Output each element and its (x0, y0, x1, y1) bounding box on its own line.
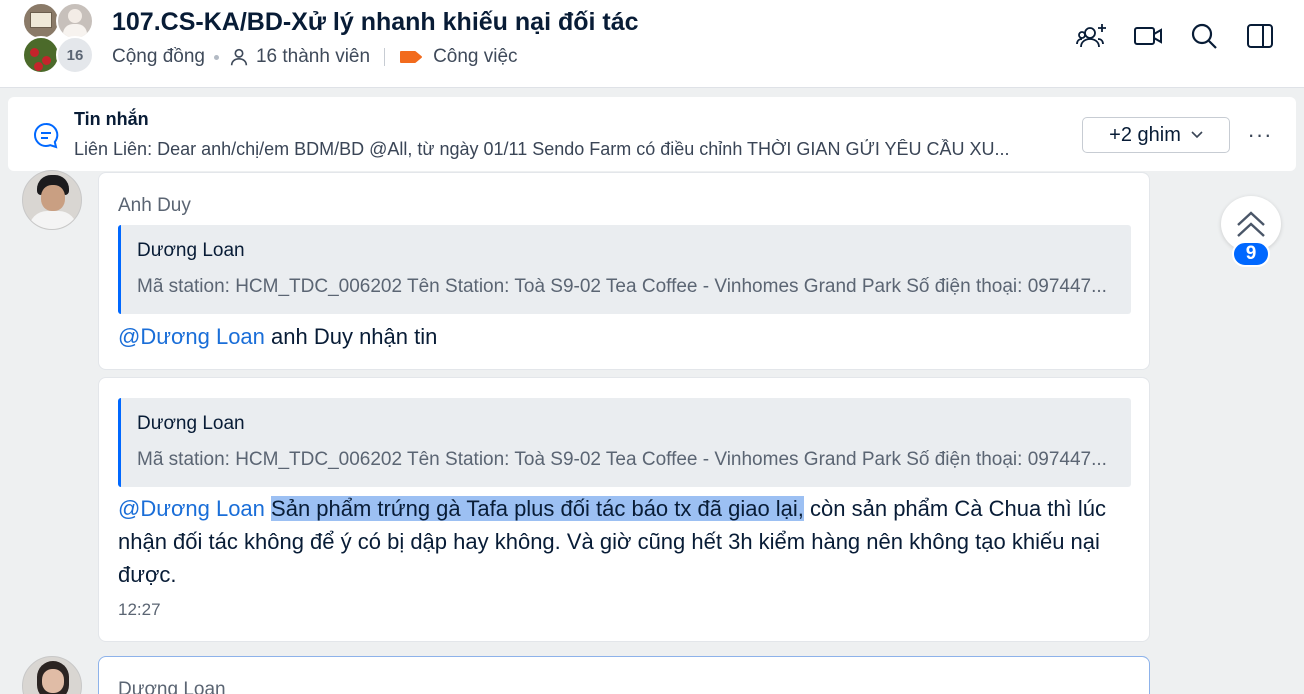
pinned-preview[interactable]: Liên Liên: Dear anh/chị/em BDM/BD @All, … (74, 139, 1064, 160)
member-avatar (22, 2, 60, 40)
chevron-down-icon (1191, 131, 1203, 139)
community-label: Cộng đồng (112, 46, 205, 67)
quoted-text: Mã station: HCM_TDC_006202 Tên Station: … (137, 449, 1107, 470)
quoted-text: Mã station: HCM_TDC_006202 Tên Station: … (137, 276, 1107, 297)
member-count-link[interactable]: 16 thành viên (256, 46, 370, 68)
message-bubble[interactable]: Dương Loan (98, 656, 1150, 694)
header-actions (1076, 20, 1276, 52)
divider (384, 48, 386, 66)
quoted-message[interactable]: Dương Loan Mã station: HCM_TDC_006202 Tê… (118, 398, 1131, 487)
unread-count-badge: 9 (1232, 241, 1270, 267)
separator-dot (213, 54, 219, 60)
message-time: 12:27 (118, 600, 161, 619)
sender-name: Anh Duy (118, 195, 191, 216)
avatar[interactable] (22, 656, 82, 694)
member-icon (230, 48, 248, 66)
message-body: anh Duy nhận tin (264, 324, 438, 349)
conversation-header: 16 107.CS-KA/BD-Xử lý nhanh khiếu nại đố… (0, 0, 1304, 88)
add-member-icon[interactable] (1076, 20, 1108, 52)
sender-name: Dương Loan (118, 679, 226, 694)
message-bubble[interactable]: Anh Duy Dương Loan Mã station: HCM_TDC_0… (98, 172, 1150, 370)
group-avatar[interactable]: 16 (22, 2, 96, 74)
member-avatar (22, 36, 60, 74)
pins-dropdown-button[interactable]: +2 ghim (1082, 117, 1230, 153)
member-avatar (56, 2, 94, 40)
video-call-icon[interactable] (1132, 20, 1164, 52)
quoted-message[interactable]: Dương Loan Mã station: HCM_TDC_006202 Tê… (118, 225, 1131, 314)
more-options-icon[interactable]: ··· (1246, 117, 1274, 153)
message-text: @Dương Loan Sản phẩm trứng gà Tafa plus … (118, 492, 1138, 591)
avatar[interactable] (22, 170, 82, 230)
member-count-avatar: 16 (56, 36, 94, 74)
pinned-title: Tin nhắn (74, 109, 149, 129)
mention-link[interactable]: @Dương Loan (118, 496, 265, 521)
category-tag-icon (400, 51, 423, 63)
message-bubble[interactable]: Dương Loan Mã station: HCM_TDC_006202 Tê… (98, 377, 1150, 642)
pinned-message-bar[interactable]: Tin nhắn Liên Liên: Dear anh/chị/em BDM/… (8, 97, 1296, 171)
conversation-title[interactable]: 107.CS-KA/BD-Xử lý nhanh khiếu nại đối t… (112, 8, 639, 37)
pins-count-label: +2 ghim (1109, 123, 1181, 146)
selected-text: Sản phẩm trứng gà Tafa plus đối tác báo … (271, 496, 804, 521)
double-chevron-up-icon (1237, 211, 1265, 237)
quoted-sender: Dương Loan (137, 413, 245, 434)
message-text: @Dương Loan anh Duy nhận tin (118, 320, 1138, 353)
sidebar-toggle-icon[interactable] (1244, 20, 1276, 52)
category-label[interactable]: Công việc (433, 46, 518, 68)
message-bubble-icon (34, 122, 59, 149)
conversation-subline: Cộng đồng 16 thành viên Công việc (112, 46, 518, 68)
quoted-sender: Dương Loan (137, 240, 245, 261)
mention-link[interactable]: @Dương Loan (118, 324, 265, 349)
search-icon[interactable] (1188, 20, 1220, 52)
